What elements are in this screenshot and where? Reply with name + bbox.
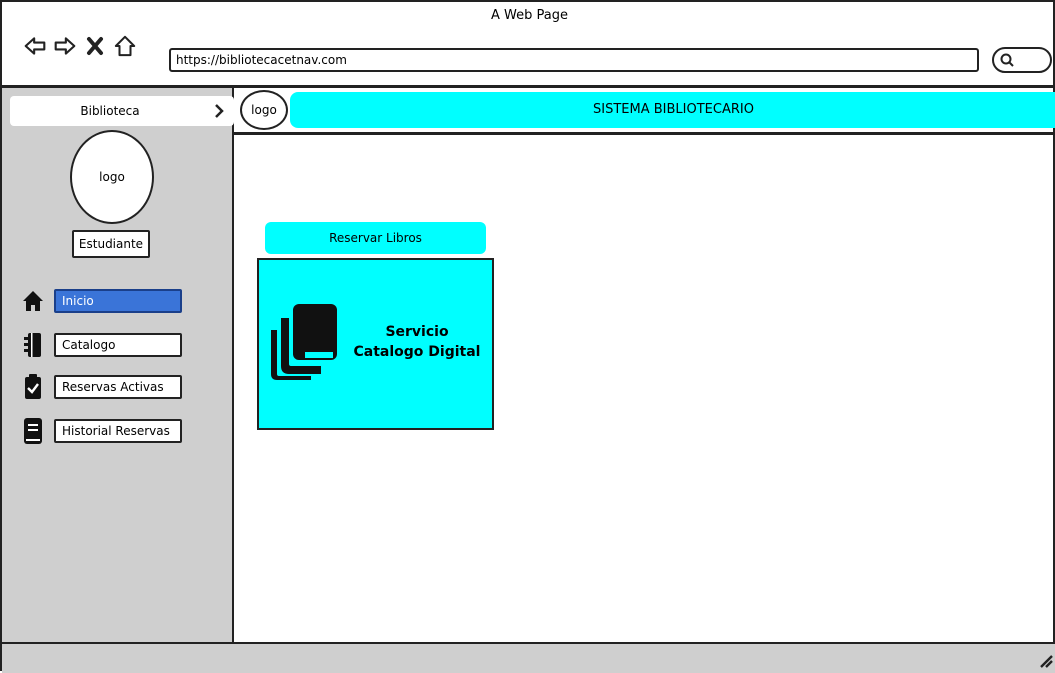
sidebar-item-label: Catalogo — [54, 333, 182, 357]
sidebar-item-historial-reservas[interactable]: Historial Reservas — [22, 418, 182, 444]
role-badge: Estudiante — [72, 230, 150, 258]
sidebar-logo: logo — [70, 130, 154, 224]
page-title: SISTEMA BIBLIOTECARIO — [290, 92, 1055, 128]
sidebar-header-label: Biblioteca — [80, 104, 140, 118]
chevron-right-icon[interactable] — [214, 103, 224, 122]
service-card[interactable]: Servicio Catalogo Digital — [257, 258, 494, 430]
sidebar-item-label: Inicio — [54, 289, 182, 313]
divider — [234, 132, 1055, 135]
sidebar-header[interactable]: Biblioteca — [10, 96, 234, 126]
url-bar[interactable]: https://bibliotecacetnav.com — [169, 48, 979, 72]
search-button[interactable] — [992, 47, 1052, 73]
browser-nav — [24, 35, 136, 57]
sidebar: Biblioteca logo Estudiante Inicio Catalo… — [2, 88, 234, 642]
card-text: Servicio Catalogo Digital — [347, 322, 487, 362]
sidebar-item-label: Historial Reservas — [54, 419, 182, 443]
sidebar-item-reservas-activas[interactable]: Reservas Activas — [22, 374, 182, 400]
status-bar — [2, 642, 1055, 673]
browser-window: A Web Page https://bibliotecacetnav.com … — [0, 0, 1055, 673]
book-icon — [22, 418, 44, 444]
home-outline-icon[interactable] — [114, 35, 136, 57]
header-logo: logo — [240, 90, 288, 130]
back-arrow-icon[interactable] — [24, 35, 46, 57]
close-icon[interactable] — [84, 35, 106, 57]
window-title: A Web Page — [491, 8, 568, 23]
notebook-icon — [22, 332, 44, 358]
search-icon — [999, 52, 1015, 72]
sidebar-item-catalogo[interactable]: Catalogo — [22, 332, 182, 358]
clipboard-check-icon — [22, 374, 44, 400]
reservar-libros-button[interactable]: Reservar Libros — [265, 222, 486, 254]
sidebar-item-label: Reservas Activas — [54, 375, 182, 399]
books-icon — [271, 304, 341, 384]
card-line-1: Servicio — [385, 324, 449, 340]
card-line-2: Catalogo Digital — [353, 344, 481, 360]
home-icon — [22, 288, 44, 314]
resize-grip-icon[interactable] — [1037, 652, 1053, 672]
forward-arrow-icon[interactable] — [54, 35, 76, 57]
sidebar-item-inicio[interactable]: Inicio — [22, 288, 182, 314]
